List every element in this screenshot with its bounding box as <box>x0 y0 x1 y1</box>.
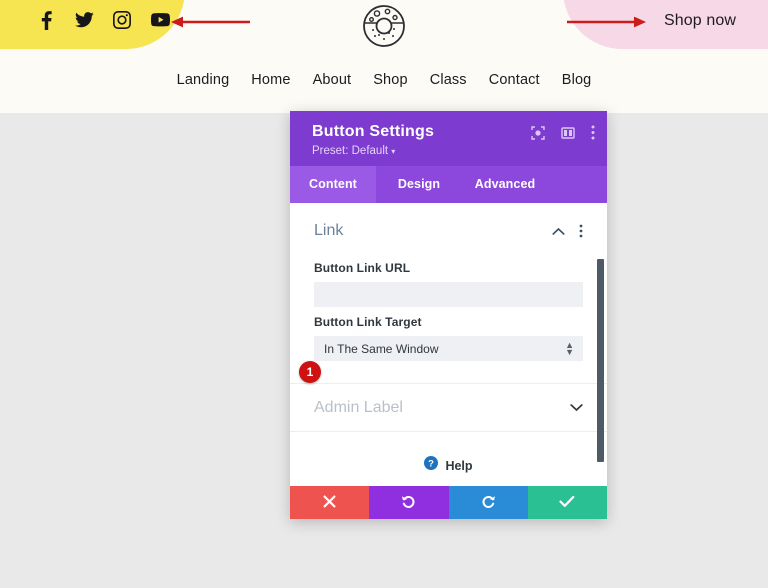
nav-item-landing[interactable]: Landing <box>177 72 230 88</box>
close-x-icon <box>323 495 336 511</box>
help-label: Help <box>445 458 473 473</box>
donut-logo-icon[interactable] <box>360 2 408 50</box>
nav-item-contact[interactable]: Contact <box>489 72 540 88</box>
checkmark-icon <box>559 495 575 511</box>
tab-design[interactable]: Design <box>376 166 462 203</box>
preset-selector[interactable]: Preset: Default ▾ <box>312 145 593 157</box>
layout-columns-icon[interactable] <box>561 126 575 140</box>
tab-advanced[interactable]: Advanced <box>462 166 548 203</box>
button-link-url-input[interactable] <box>314 282 583 307</box>
modal-footer <box>290 486 607 519</box>
nav-item-shop[interactable]: Shop <box>373 72 407 88</box>
twitter-icon[interactable] <box>74 10 94 30</box>
cancel-button[interactable] <box>290 486 370 519</box>
redo-button[interactable] <box>448 486 528 519</box>
social-links <box>36 10 170 30</box>
preset-label: Preset: Default <box>312 145 389 157</box>
link-section-header[interactable]: Link <box>314 203 583 253</box>
nav-item-home[interactable]: Home <box>251 72 290 88</box>
button-link-target-select[interactable] <box>314 336 583 361</box>
site-top-bar: Shop now Landing Home About Shop Class C… <box>0 0 768 113</box>
modal-header-icons <box>531 125 595 140</box>
modal-scrollbar[interactable] <box>597 259 604 462</box>
shop-now-link[interactable]: Shop now <box>664 12 736 30</box>
focus-target-icon[interactable] <box>531 125 545 140</box>
admin-label-title: Admin Label <box>314 398 403 416</box>
instagram-icon[interactable] <box>112 10 132 30</box>
chevron-down-icon[interactable] <box>570 403 583 412</box>
svg-text:?: ? <box>429 458 435 469</box>
help-row[interactable]: ? Help <box>290 456 607 475</box>
modal-body: 1 Link Button Link URL Button Link Targe… <box>290 203 607 486</box>
nav-item-class[interactable]: Class <box>430 72 467 88</box>
undo-button[interactable] <box>369 486 449 519</box>
step-badge-1: 1 <box>299 361 321 383</box>
button-link-target-select-wrap: ▲▼ <box>314 336 583 361</box>
link-section-title: Link <box>314 222 344 239</box>
button-link-target-label: Button Link Target <box>314 315 422 329</box>
chevron-up-icon[interactable] <box>552 227 565 236</box>
tab-content[interactable]: Content <box>290 166 376 203</box>
annotation-arrow-left <box>171 16 250 28</box>
kebab-menu-icon[interactable] <box>579 224 583 238</box>
youtube-icon[interactable] <box>150 10 170 30</box>
undo-arrow-icon <box>401 494 416 512</box>
facebook-icon[interactable] <box>36 10 56 30</box>
button-link-url-label: Button Link URL <box>314 261 411 275</box>
modal-tab-bar: Content Design Advanced <box>290 166 607 203</box>
admin-label-section[interactable]: Admin Label <box>290 384 607 432</box>
nav-item-blog[interactable]: Blog <box>562 72 592 88</box>
modal-header: Button Settings Preset: Default ▾ <box>290 111 607 166</box>
spinner-arrows-icon: ▲ ▼ <box>565 339 574 357</box>
redo-arrow-icon <box>481 494 496 512</box>
link-section: Link Button Link URL Button Link Target … <box>290 203 607 384</box>
save-button[interactable] <box>527 486 607 519</box>
main-navigation: Landing Home About Shop Class Contact Bl… <box>0 72 768 88</box>
nav-item-about[interactable]: About <box>313 72 352 88</box>
annotation-arrow-right <box>567 16 646 28</box>
button-settings-modal: Button Settings Preset: Default ▾ Conten… <box>290 111 607 519</box>
question-circle-icon[interactable]: ? <box>424 456 439 475</box>
chevron-down-icon: ▾ <box>391 147 396 156</box>
kebab-menu-icon[interactable] <box>591 125 595 140</box>
